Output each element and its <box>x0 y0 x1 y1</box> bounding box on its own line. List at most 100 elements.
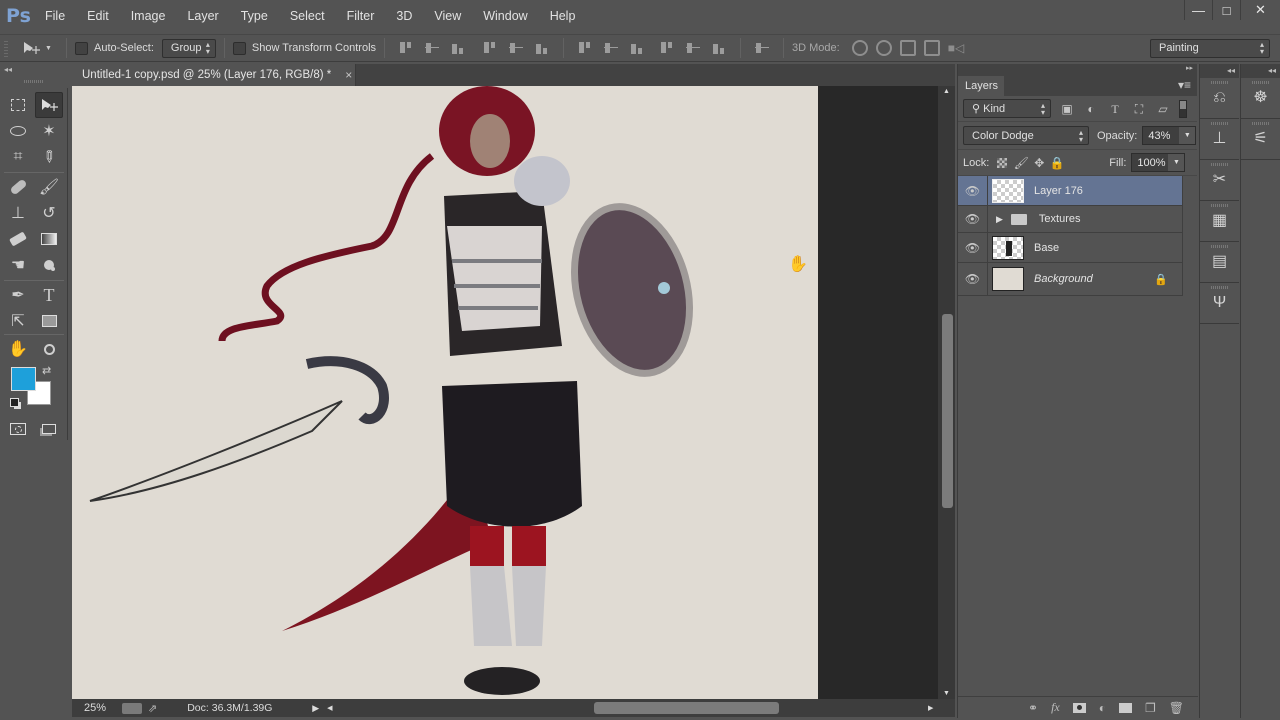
quick-mask-mode-button[interactable] <box>4 416 32 442</box>
rectangle-tool[interactable] <box>35 308 63 334</box>
scroll-left-arrow-icon[interactable]: ◀ <box>327 704 332 712</box>
menu-layer[interactable]: Layer <box>176 0 229 32</box>
fill-slider-toggle-icon[interactable]: ▼ <box>1168 154 1185 171</box>
share-icon[interactable]: ⇗ <box>148 702 157 715</box>
new-adjustment-layer-icon[interactable]: ◐ <box>1099 701 1106 715</box>
layer-style-fx-icon[interactable]: fx <box>1051 700 1060 715</box>
add-layer-mask-icon[interactable] <box>1072 702 1086 713</box>
collapse-toolbox-icon[interactable]: ◂◂ <box>4 65 12 74</box>
dock-history-button[interactable]: ⎌ <box>1200 78 1239 119</box>
scroll-up-arrow-icon[interactable]: ▲ <box>943 88 950 95</box>
show-transform-controls-checkbox[interactable] <box>232 41 246 55</box>
filter-shape-icon[interactable]: ⛶ <box>1131 102 1147 116</box>
document-tab[interactable]: Untitled-1 copy.psd @ 25% (Layer 176, RG… <box>70 64 356 86</box>
opacity-slider-toggle-icon[interactable]: ▼ <box>1179 127 1196 144</box>
visibility-eye-icon[interactable]: 👁 <box>958 176 988 205</box>
layer-row[interactable]: 👁 Base <box>958 233 1182 263</box>
rotate-view-tool[interactable]: ✋ <box>4 336 32 362</box>
scroll-down-arrow-icon[interactable]: ▼ <box>943 690 950 697</box>
3d-roll-icon[interactable] <box>875 40 892 56</box>
align-left-edges-icon[interactable] <box>483 41 497 55</box>
options-bar-grip[interactable] <box>4 39 8 57</box>
menu-help[interactable]: Help <box>539 0 587 32</box>
menu-view[interactable]: View <box>423 0 472 32</box>
dock-tools-button[interactable]: ✂ <box>1200 160 1239 201</box>
distribute-horizontal-centers-icon[interactable] <box>686 41 701 55</box>
fill-field[interactable]: 100% ▼ <box>1131 153 1186 172</box>
layer-row[interactable]: 👁 Layer 176 <box>958 176 1182 206</box>
spot-healing-brush-tool[interactable] <box>4 174 32 200</box>
type-tool[interactable]: T <box>35 282 63 308</box>
filter-adjustment-icon[interactable]: ◐ <box>1083 102 1099 116</box>
dock-tool-presets-button[interactable]: ⊥ <box>1200 119 1239 160</box>
foreground-color-swatch[interactable] <box>11 367 36 391</box>
tab-layers[interactable]: Layers <box>958 76 1004 96</box>
align-right-edges-icon[interactable] <box>535 41 549 55</box>
opacity-field[interactable]: 43% ▼ <box>1142 126 1197 145</box>
filter-kind-dropdown[interactable]: ⚲ Kind ▴ ▾ <box>963 99 1051 118</box>
visibility-eye-icon[interactable]: 👁 <box>958 263 988 295</box>
lock-image-pixels-icon[interactable]: 🖌 <box>1013 156 1029 170</box>
rectangular-marquee-tool[interactable] <box>4 92 32 118</box>
default-colors-icon[interactable] <box>10 398 19 407</box>
dodge-tool[interactable] <box>35 252 63 278</box>
align-bottom-edges-icon[interactable] <box>451 41 465 55</box>
delete-layer-icon[interactable]: 🗑 <box>1169 701 1184 715</box>
align-vertical-centers-icon[interactable] <box>425 41 440 55</box>
filter-toggle-switch[interactable] <box>1179 99 1187 118</box>
visibility-eye-icon[interactable]: 👁 <box>958 233 988 262</box>
history-brush-tool[interactable]: ↺ <box>35 200 63 226</box>
visibility-eye-icon[interactable]: 👁 <box>958 206 988 232</box>
layer-group-row[interactable]: 👁 ▶ Textures <box>958 206 1182 233</box>
menu-window[interactable]: Window <box>472 0 538 32</box>
dock-brush-button[interactable]: ⚟ <box>1241 119 1280 160</box>
screen-mode-button[interactable] <box>35 416 63 442</box>
zoom-tool[interactable] <box>35 336 63 362</box>
auto-select-target-dropdown[interactable]: Group ▴ ▾ <box>161 38 216 58</box>
dock-swatches-button[interactable]: ▦ <box>1200 201 1239 242</box>
crop-tool[interactable]: ⌗ <box>4 144 32 170</box>
pen-tool[interactable]: ✒ <box>4 282 32 308</box>
dock-brush-presets-button[interactable]: Ψ <box>1200 283 1239 324</box>
align-top-edges-icon[interactable] <box>399 41 413 55</box>
distribute-right-icon[interactable] <box>712 41 726 55</box>
gradient-tool[interactable] <box>35 226 63 252</box>
3d-slide-icon[interactable] <box>923 40 940 56</box>
new-layer-icon[interactable]: ❐ <box>1145 701 1156 715</box>
expand-group-icon[interactable]: ▶ <box>996 214 1003 225</box>
distribute-top-icon[interactable] <box>578 41 592 55</box>
auto-align-layers-icon[interactable] <box>755 41 770 55</box>
workspace-dropdown[interactable]: Painting ▴ ▾ <box>1150 38 1270 58</box>
horizontal-scrollbar-thumb[interactable] <box>594 702 779 714</box>
lock-position-icon[interactable]: ✥ <box>1031 156 1047 170</box>
layer-row[interactable]: 👁 Background 🔒 <box>958 263 1182 296</box>
distribute-vertical-centers-icon[interactable] <box>604 41 619 55</box>
eyedropper-tool[interactable]: ✎ <box>35 144 63 170</box>
3d-scale-camera-icon[interactable]: ■◁ <box>948 41 964 55</box>
zoom-level-field[interactable]: 25% <box>72 702 118 714</box>
menu-type[interactable]: Type <box>230 0 279 32</box>
menu-filter[interactable]: Filter <box>336 0 386 32</box>
status-menu-arrow-icon[interactable]: ▶ <box>312 703 319 714</box>
blend-mode-dropdown[interactable]: Color Dodge ▴ ▾ <box>963 126 1089 145</box>
lasso-tool[interactable] <box>4 118 32 144</box>
close-tab-icon[interactable]: × <box>345 68 352 82</box>
menu-file[interactable]: File <box>34 0 76 32</box>
filter-smart-object-icon[interactable]: ▱ <box>1155 102 1171 116</box>
distribute-left-icon[interactable] <box>660 41 674 55</box>
clone-stamp-tool[interactable]: ⊥ <box>4 200 32 226</box>
eraser-tool[interactable] <box>4 226 32 252</box>
tool-preset-picker[interactable]: ▼ <box>22 40 58 56</box>
3d-rotate-icon[interactable] <box>851 40 868 56</box>
swap-colors-icon[interactable]: ⇄ <box>42 364 51 377</box>
minimize-button[interactable]: — <box>1184 0 1212 20</box>
path-selection-tool[interactable]: ⇱ <box>4 308 32 334</box>
scroll-right-arrow-icon[interactable]: ▶ <box>928 704 933 712</box>
new-group-icon[interactable] <box>1119 702 1132 713</box>
menu-3d[interactable]: 3D <box>385 0 423 32</box>
lock-all-icon[interactable]: 🔒 <box>1049 156 1065 170</box>
close-window-button[interactable]: ✕ <box>1240 0 1280 20</box>
toolbox-grip[interactable] <box>24 80 44 83</box>
3d-drag-icon[interactable] <box>899 40 916 56</box>
vertical-scrollbar[interactable]: ▲ ▼ <box>938 86 955 699</box>
